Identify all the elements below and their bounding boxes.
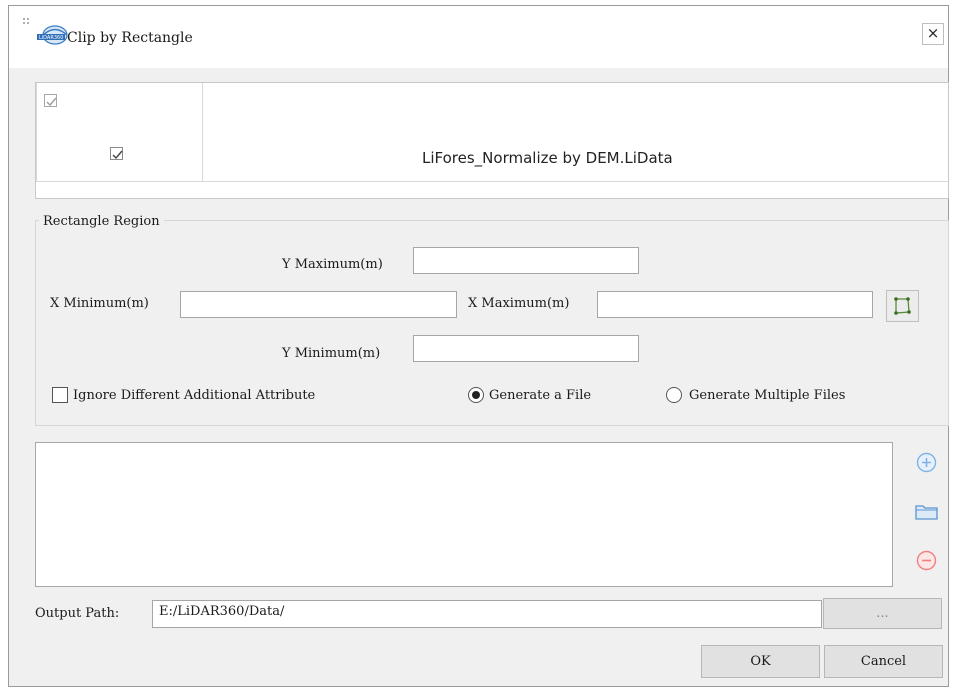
cancel-button[interactable]: Cancel [824, 645, 943, 678]
x-maximum-input[interactable] [597, 291, 873, 318]
add-file-button[interactable] [912, 448, 941, 477]
clip-by-rectangle-dialog: LiDAR360 Clip by Rectangle × LiFores_Nor… [8, 5, 949, 687]
remove-circle-icon [916, 550, 937, 571]
output-path-label: Output Path: [35, 606, 120, 621]
generate-file-label: Generate a File [489, 388, 592, 403]
draw-rectangle-button[interactable] [886, 290, 919, 322]
remove-file-button[interactable] [912, 546, 941, 575]
output-path-value: E:/LiDAR360/Data/ [159, 604, 285, 619]
y-minimum-label: Y Minimum(m) [282, 346, 381, 361]
ignore-attribute-label: Ignore Different Additional Attribute [73, 388, 316, 403]
ignore-attribute-checkbox[interactable] [52, 387, 68, 403]
output-path-input[interactable]: E:/LiDAR360/Data/ [152, 600, 822, 628]
select-all-checkbox[interactable] [44, 94, 57, 107]
y-minimum-input[interactable] [413, 335, 639, 362]
rectangle-region-title: Rectangle Region [39, 214, 164, 229]
column-divider [202, 83, 203, 181]
close-button[interactable]: × [922, 23, 944, 45]
app-logo-text: LiDAR360 [39, 35, 64, 41]
ok-button[interactable]: OK [701, 645, 820, 678]
dialog-title: Clip by Rectangle [67, 30, 193, 46]
generate-multiple-radio[interactable] [666, 387, 682, 403]
generate-file-radio[interactable] [468, 387, 484, 403]
y-maximum-input[interactable] [413, 247, 639, 274]
folder-icon [915, 505, 938, 520]
generate-multiple-label: Generate Multiple Files [689, 388, 846, 403]
open-folder-button[interactable] [912, 497, 941, 526]
x-minimum-label: X Minimum(m) [50, 296, 149, 311]
file-table: LiFores_Normalize by DEM.LiData [35, 82, 949, 199]
row-checkbox[interactable] [110, 147, 123, 160]
add-circle-icon [916, 452, 937, 473]
drag-grip-icon[interactable] [23, 18, 31, 26]
browse-button[interactable]: ... [823, 598, 942, 629]
title-bar: LiDAR360 Clip by Rectangle × [9, 6, 948, 68]
y-maximum-label: Y Maximum(m) [282, 257, 383, 272]
draw-rectangle-icon [894, 297, 911, 315]
row-divider [36, 181, 948, 182]
x-maximum-label: X Maximum(m) [468, 296, 570, 311]
file-name-cell: LiFores_Normalize by DEM.LiData [422, 149, 673, 167]
x-minimum-input[interactable] [180, 291, 457, 318]
input-file-list[interactable] [35, 442, 893, 587]
